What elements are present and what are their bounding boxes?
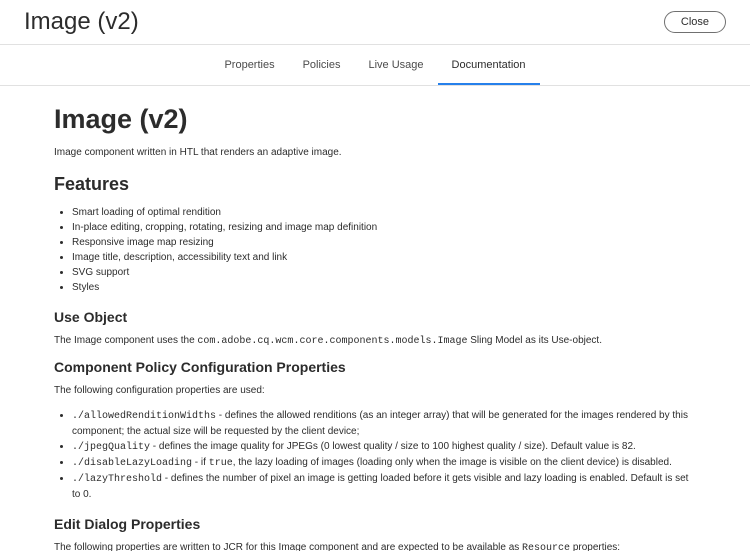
dialog-title: Image (v2) [24, 8, 139, 36]
tab-policies[interactable]: Policies [289, 45, 355, 85]
code: Resource [522, 543, 570, 551]
list-item: Smart loading of optimal rendition [72, 205, 696, 220]
tab-bar: Properties Policies Live Usage Documenta… [0, 45, 750, 86]
list-item: ./jpegQuality - defines the image qualit… [72, 439, 696, 455]
tab-properties[interactable]: Properties [210, 45, 288, 85]
text: - defines the number of pixel an image i… [72, 473, 688, 500]
use-object-text: The Image component uses the com.adobe.c… [54, 333, 696, 349]
code: com.adobe.cq.wcm.core.components.models.… [197, 336, 467, 347]
tab-live-usage[interactable]: Live Usage [355, 45, 438, 85]
edit-intro: The following properties are written to … [54, 540, 696, 551]
text: - defines the image quality for JPEGs (0… [150, 441, 636, 452]
documentation-content: Image (v2) Image component written in HT… [0, 86, 750, 551]
code: ./jpegQuality [72, 442, 150, 453]
list-item: ./lazyThreshold - defines the number of … [72, 471, 696, 502]
doc-title: Image (v2) [54, 104, 696, 135]
list-item: In-place editing, cropping, rotating, re… [72, 220, 696, 235]
text: Sling Model as its Use-object. [467, 335, 602, 346]
tab-documentation[interactable]: Documentation [438, 45, 540, 85]
text: - if [192, 457, 209, 468]
code: ./lazyThreshold [72, 474, 162, 485]
edit-heading: Edit Dialog Properties [54, 516, 696, 532]
code: ./allowedRenditionWidths [72, 411, 216, 422]
code: true [209, 458, 233, 469]
close-button[interactable]: Close [664, 11, 726, 33]
list-item: ./allowedRenditionWidths - defines the a… [72, 408, 696, 439]
features-list: Smart loading of optimal rendition In-pl… [72, 205, 696, 295]
doc-intro: Image component written in HTL that rend… [54, 147, 696, 158]
list-item: Responsive image map resizing [72, 235, 696, 250]
policy-intro: The following configuration properties a… [54, 383, 696, 398]
use-object-heading: Use Object [54, 309, 696, 325]
list-item: ./disableLazyLoading - if true, the lazy… [72, 455, 696, 471]
code: ./disableLazyLoading [72, 458, 192, 469]
dialog-header: Image (v2) Close [0, 0, 750, 45]
text: The Image component uses the [54, 335, 197, 346]
features-heading: Features [54, 174, 696, 195]
list-item: Image title, description, accessibility … [72, 250, 696, 265]
list-item: SVG support [72, 265, 696, 280]
policy-list: ./allowedRenditionWidths - defines the a… [72, 408, 696, 502]
policy-heading: Component Policy Configuration Propertie… [54, 359, 696, 375]
text: , the lazy loading of images (loading on… [233, 457, 672, 468]
list-item: Styles [72, 280, 696, 295]
